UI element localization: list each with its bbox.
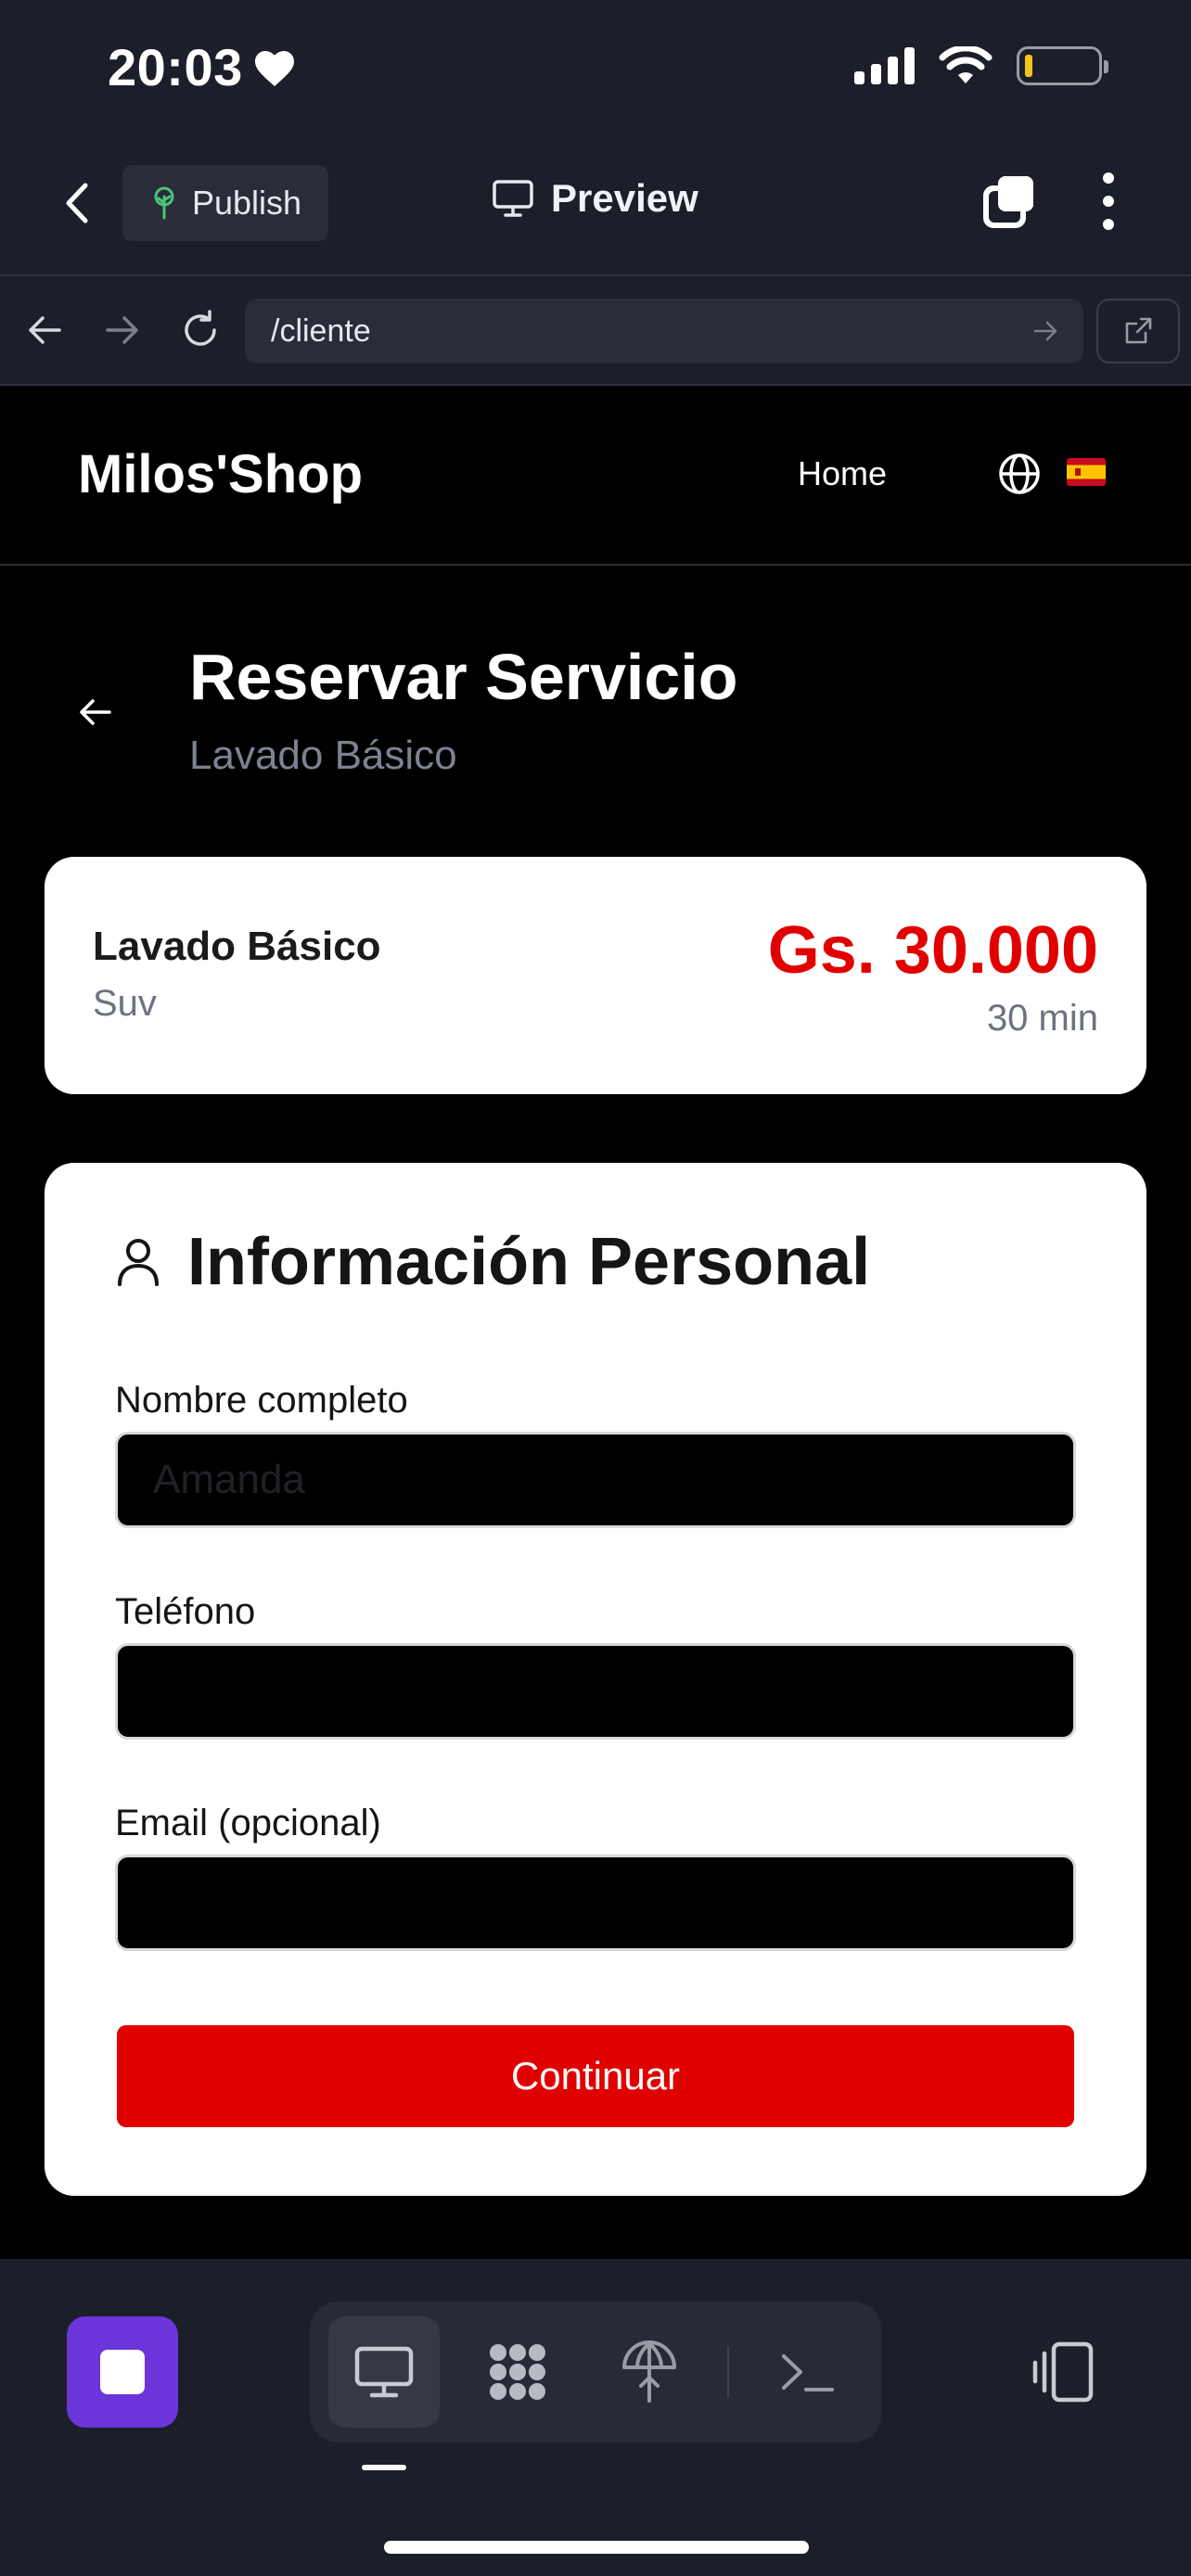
back-arrow-icon[interactable]	[74, 692, 115, 733]
globe-icon[interactable]	[996, 451, 1043, 497]
apps-icon	[490, 2344, 545, 2400]
publish-button[interactable]: Publish	[122, 165, 328, 241]
service-summary-card: Lavado Básico Suv Gs. 30.000 30 min	[45, 857, 1146, 1094]
phone-label: Teléfono	[115, 1591, 256, 1632]
apps-tool-button[interactable]	[462, 2316, 573, 2428]
go-arrow-icon[interactable]	[1030, 315, 1061, 347]
publish-label: Publish	[191, 184, 302, 222]
status-bar: 20:03	[0, 0, 1191, 139]
url-input[interactable]: /cliente	[245, 299, 1083, 363]
cellular-signal-icon	[854, 47, 915, 84]
battery-icon	[1017, 46, 1108, 85]
vehicle-type: Suv	[93, 983, 157, 1024]
device-toggle-icon[interactable]	[1030, 2337, 1100, 2407]
full-name-input[interactable]	[115, 1432, 1076, 1528]
status-time-text: 20:03	[108, 38, 243, 96]
terminal-tool-button[interactable]	[751, 2316, 863, 2428]
reload-icon[interactable]	[178, 308, 223, 352]
monitor-icon	[354, 2346, 414, 2398]
site-navbar: Milos'Shop Home	[0, 386, 1191, 566]
monitor-icon	[493, 180, 533, 217]
tool-switcher	[310, 2302, 881, 2442]
spain-flag-icon[interactable]	[1067, 458, 1106, 486]
back-chevron-icon[interactable]	[59, 180, 96, 226]
name-label: Nombre completo	[115, 1380, 408, 1421]
open-external-button[interactable]	[1096, 299, 1180, 363]
preview-title: Preview	[492, 176, 698, 221]
preview-label: Preview	[551, 176, 698, 220]
site-brand[interactable]: Milos'Shop	[78, 443, 363, 505]
tree-icon	[154, 186, 174, 220]
active-tab-indicator	[362, 2465, 406, 2470]
bottom-toolbar	[0, 2259, 1191, 2576]
preview-tool-button[interactable]	[328, 2316, 440, 2428]
page-title: Reservar Servicio	[189, 641, 738, 713]
email-label: Email (opcional)	[115, 1803, 381, 1843]
app-chrome: 20:03 Publish Preview	[0, 0, 1191, 274]
service-name: Lavado Básico	[93, 924, 381, 969]
home-indicator[interactable]	[384, 2541, 809, 2554]
external-link-icon	[1125, 317, 1152, 344]
status-time: 20:03	[108, 37, 297, 97]
wifi-icon	[939, 46, 992, 83]
terminal-icon	[782, 2354, 834, 2391]
nav-link-home[interactable]: Home	[798, 454, 887, 493]
stop-button[interactable]	[67, 2316, 178, 2428]
continue-button[interactable]: Continuar	[117, 2025, 1074, 2127]
form-header: Información Personal	[115, 1224, 870, 1300]
service-price: Gs. 30.000	[767, 913, 1098, 988]
browser-toolbar: /cliente	[0, 274, 1191, 386]
personal-info-form: Información Personal Nombre completo Tel…	[45, 1163, 1146, 2196]
user-icon	[118, 1239, 159, 1286]
service-duration: 30 min	[986, 998, 1098, 1039]
email-input[interactable]	[115, 1855, 1076, 1951]
tool-divider	[727, 2346, 729, 2398]
heart-icon	[254, 50, 294, 86]
phone-input[interactable]	[115, 1643, 1076, 1740]
status-icons	[854, 46, 1108, 85]
page-subtitle: Lavado Básico	[189, 733, 457, 778]
tabs-icon[interactable]	[981, 172, 1039, 230]
app-header: Publish Preview	[0, 139, 1191, 274]
browser-forward-icon[interactable]	[100, 308, 145, 352]
url-text: /cliente	[271, 312, 371, 349]
form-title: Información Personal	[187, 1225, 871, 1299]
publish-icon	[622, 2340, 676, 2403]
stop-icon	[100, 2350, 145, 2394]
browser-back-icon[interactable]	[22, 308, 67, 352]
more-options-icon[interactable]	[1095, 172, 1122, 230]
publish-tool-button[interactable]	[594, 2316, 705, 2428]
